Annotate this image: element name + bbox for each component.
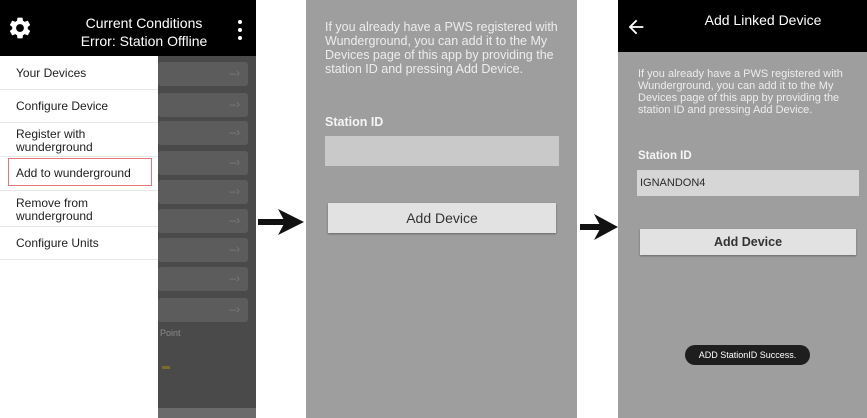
background-partial-label: Point <box>160 328 181 338</box>
background-row: –› <box>158 267 248 291</box>
page-title: Add Linked Device <box>704 12 822 28</box>
arrow-right-icon <box>258 207 304 242</box>
success-toast: ADD StationID Success. <box>685 345 810 365</box>
menu-item-label-line2: wunderground <box>16 140 93 154</box>
gear-icon[interactable] <box>7 15 33 41</box>
background-row: –› <box>158 121 248 145</box>
app-bar-subtitle: Error: Station Offline <box>80 33 208 49</box>
background-row: –› <box>158 151 248 175</box>
add-device-button[interactable]: Add Device <box>640 229 856 255</box>
background-row: –› <box>158 238 248 262</box>
menu-item-remove-from-wunderground[interactable]: Remove from wunderground <box>0 195 158 223</box>
instructions-text: If you already have a PWS registered wit… <box>325 20 558 76</box>
background-row: –› <box>158 298 248 322</box>
station-id-label: Station ID <box>325 115 384 129</box>
add-linked-device-screen: Add Linked Device If you already have a … <box>618 0 867 418</box>
dot <box>238 36 242 40</box>
menu-item-label: Add to wunderground <box>16 166 131 180</box>
station-id-input[interactable] <box>325 136 559 166</box>
more-vert-icon[interactable] <box>236 20 244 40</box>
divider <box>0 122 158 123</box>
divider <box>0 156 158 157</box>
menu-item-register-with-wunderground[interactable]: Register with wunderground <box>0 126 158 154</box>
menu-item-configure-device[interactable]: Configure Device <box>0 97 158 115</box>
background-row: –› <box>158 209 248 233</box>
add-device-button[interactable]: Add Device <box>328 203 556 233</box>
menu-item-configure-units[interactable]: Configure Units <box>0 234 158 252</box>
station-id-label: Station ID <box>638 150 692 162</box>
nav-drawer: Your Devices Configure Device Register w… <box>0 56 158 418</box>
background-indicator <box>162 366 170 369</box>
menu-item-label-line2: wunderground <box>16 209 93 223</box>
app-bar: Add Linked Device <box>618 0 867 52</box>
back-arrow-icon[interactable] <box>625 16 647 38</box>
add-device-screen: If you already have a PWS registered wit… <box>306 0 577 418</box>
menu-item-label: Your Devices <box>16 66 87 80</box>
background-row: –› <box>158 93 248 117</box>
arrow-right-icon <box>580 213 618 246</box>
menu-item-label: Configure Device <box>16 99 109 113</box>
divider <box>0 259 158 260</box>
navigation-drawer-screen: –› –› –› –› –› –› –› –› –› Point Current… <box>0 0 256 418</box>
menu-item-your-devices[interactable]: Your Devices <box>0 64 158 82</box>
dot <box>238 28 242 32</box>
menu-item-add-to-wunderground[interactable]: Add to wunderground <box>0 164 158 182</box>
app-bar-title: Current Conditions <box>85 15 203 31</box>
menu-item-label: Configure Units <box>16 236 99 250</box>
background-row: –› <box>158 180 248 204</box>
dot <box>238 20 242 24</box>
station-id-input[interactable]: IGNANDON4 <box>637 170 859 196</box>
divider <box>0 89 158 90</box>
background-row: –› <box>158 62 248 86</box>
instructions-text: If you already have a PWS registered wit… <box>638 68 843 116</box>
divider <box>0 190 158 191</box>
app-bar: Current Conditions Error: Station Offlin… <box>0 0 256 56</box>
divider <box>0 226 158 227</box>
